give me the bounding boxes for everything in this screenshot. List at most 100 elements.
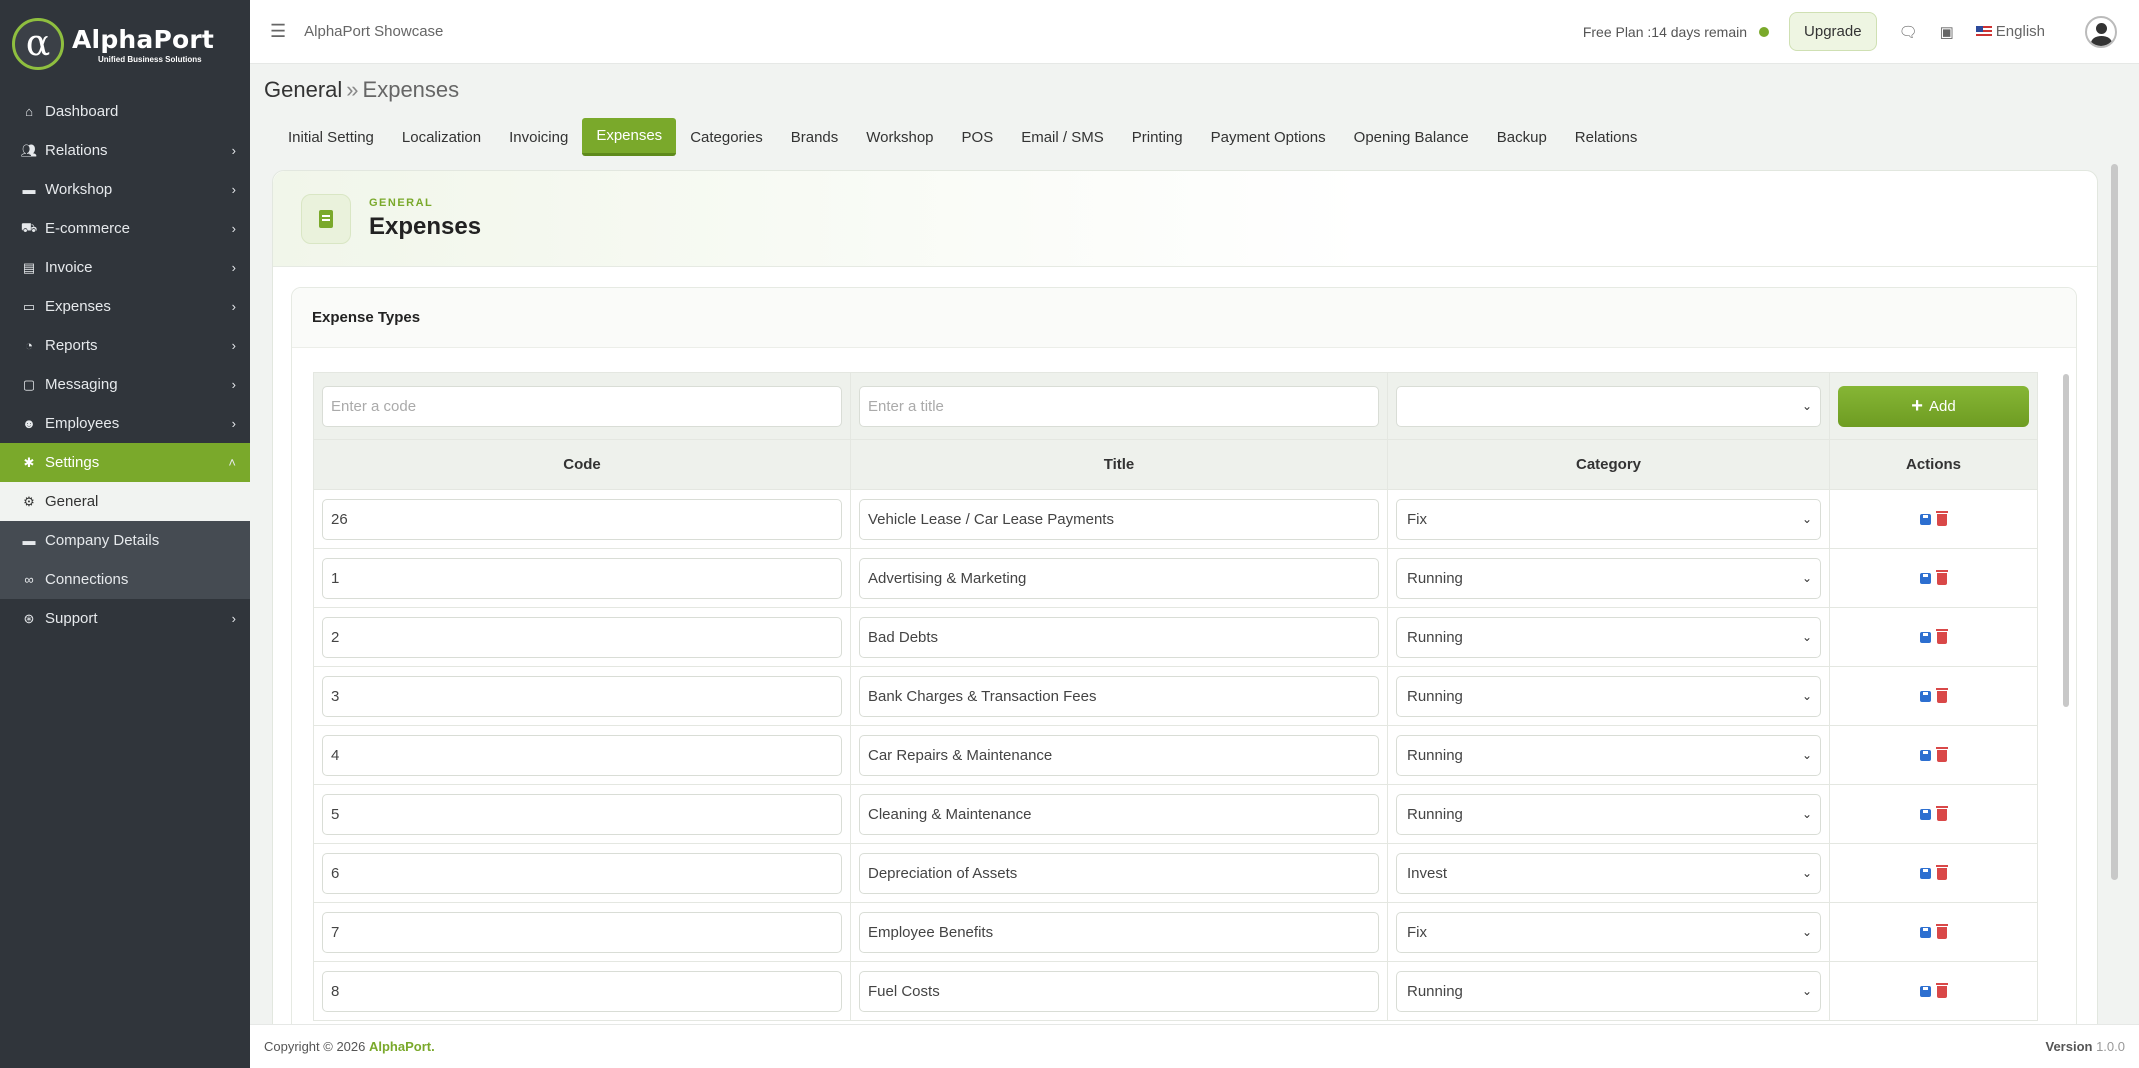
sidebar-item-invoice[interactable]: ▤ Invoice › [0,248,250,287]
delete-icon[interactable] [1936,982,1948,998]
category-select[interactable]: Running ⌄ [1396,793,1821,835]
category-select[interactable]: Running ⌄ [1396,557,1821,599]
sidebar-item-company-details[interactable]: ▬ Company Details [0,521,250,560]
title-field[interactable] [859,675,1379,717]
invoice-icon: ▤ [22,259,36,275]
tab-relations[interactable]: Relations [1561,118,1652,156]
category-select[interactable]: Running ⌄ [1396,675,1821,717]
save-icon[interactable] [1920,514,1931,526]
sidebar-item-ecommerce[interactable]: ⛟ E-commerce › [0,209,250,248]
sidebar-item-reports[interactable]: ◔ Reports › [0,326,250,365]
delete-icon[interactable] [1936,569,1948,585]
footer-brand-link[interactable]: AlphaPort. [369,1039,435,1054]
upgrade-button[interactable]: Upgrade [1789,12,1877,51]
delete-icon[interactable] [1936,746,1948,762]
sidebar-item-relations[interactable]: 👥︎ Relations › [0,131,250,170]
category-select[interactable]: Fix ⌄ [1396,911,1821,953]
save-icon[interactable] [1920,927,1931,939]
sidebar-item-label: General [45,493,99,510]
tab-invoicing[interactable]: Invoicing [495,118,582,156]
category-select[interactable]: Running ⌄ [1396,616,1821,658]
brand-logo[interactable]: α AlphaPort Unified Business Solutions [0,0,250,88]
chevron-up-icon: ˄ [228,455,236,470]
tab-initial-setting[interactable]: Initial Setting [274,118,388,156]
sidebar-item-connections[interactable]: ∞ Connections [0,560,250,599]
save-icon[interactable] [1920,632,1931,644]
save-icon[interactable] [1920,691,1931,703]
code-field[interactable] [322,793,842,835]
tab-brands[interactable]: Brands [777,118,853,156]
page-scrollbar[interactable] [2111,164,2118,880]
delete-icon[interactable] [1936,628,1948,644]
save-icon[interactable] [1920,750,1931,762]
delete-icon[interactable] [1936,805,1948,821]
code-field[interactable] [322,970,842,1012]
save-icon[interactable] [1920,868,1931,880]
tab-printing[interactable]: Printing [1118,118,1197,156]
add-button[interactable]: + Add [1838,385,2029,427]
title-field[interactable] [859,498,1379,540]
save-icon[interactable] [1920,573,1931,585]
category-value: Fix [1407,510,1427,528]
title-field[interactable] [859,852,1379,894]
breadcrumb-parent[interactable]: General [264,77,342,102]
tab-expenses[interactable]: Expenses [582,118,677,156]
tab-categories[interactable]: Categories [676,118,777,156]
delete-icon[interactable] [1936,687,1948,703]
category-value: Running [1407,746,1463,764]
language-selector[interactable]: English [1975,23,2045,40]
cash-register-icon[interactable]: ▣ [1940,23,1954,41]
tab-backup[interactable]: Backup [1483,118,1561,156]
code-field[interactable] [322,852,842,894]
sidebar-item-general[interactable]: ⚙ General [0,482,250,521]
save-icon[interactable] [1920,986,1931,998]
delete-icon[interactable] [1936,510,1948,526]
category-select[interactable]: Running ⌄ [1396,734,1821,776]
tab-opening-balance[interactable]: Opening Balance [1340,118,1483,156]
table-scrollbar[interactable] [2063,374,2069,707]
sidebar-item-employees[interactable]: ☻ Employees › [0,404,250,443]
title-field[interactable] [859,616,1379,658]
sidebar-item-expenses[interactable]: ▭ Expenses › [0,287,250,326]
delete-icon[interactable] [1936,923,1948,939]
title-field[interactable] [859,793,1379,835]
code-field[interactable] [322,498,842,540]
title-field[interactable] [859,557,1379,599]
title-field[interactable] [859,734,1379,776]
chevron-right-icon: › [231,416,236,431]
tab-payment-options[interactable]: Payment Options [1197,118,1340,156]
hamburger-menu-icon[interactable]: ☰ [270,21,286,42]
column-header-code: Code [313,439,851,490]
user-group-icon: ☻ [22,416,36,431]
table-row: Running ⌄ [313,548,2038,608]
category-select[interactable]: Fix ⌄ [1396,498,1821,540]
category-select[interactable]: Running ⌄ [1396,970,1821,1012]
user-avatar-icon[interactable] [2085,15,2117,48]
sidebar-item-workshop[interactable]: ▬ Workshop › [0,170,250,209]
code-field[interactable] [322,911,842,953]
code-field[interactable] [322,734,842,776]
code-field[interactable] [322,616,842,658]
tab-email-sms[interactable]: Email / SMS [1007,118,1118,156]
code-input[interactable] [322,385,842,427]
tab-localization[interactable]: Localization [388,118,495,156]
tab-pos[interactable]: POS [948,118,1008,156]
category-select[interactable]: ⌄ [1396,385,1821,427]
code-field[interactable] [322,675,842,717]
delete-icon[interactable] [1936,864,1948,880]
us-flag-icon [1975,26,1992,37]
tab-workshop[interactable]: Workshop [852,118,947,156]
sidebar-item-label: Dashboard [45,103,119,120]
sidebar-item-dashboard[interactable]: ⌂ Dashboard [0,92,250,131]
chat-icon[interactable]: 🗨︎ [1899,23,1918,41]
save-icon[interactable] [1920,809,1931,821]
code-field[interactable] [322,557,842,599]
sidebar-item-support[interactable]: ⊛ Support › [0,599,250,638]
title-input[interactable] [859,385,1379,427]
category-select[interactable]: Invest ⌄ [1396,852,1821,894]
title-field[interactable] [859,970,1379,1012]
add-button-label: Add [1928,397,1956,415]
sidebar-item-messaging[interactable]: ▢ Messaging › [0,365,250,404]
title-field[interactable] [859,911,1379,953]
sidebar-item-settings[interactable]: ✱ Settings ˄ [0,443,250,482]
